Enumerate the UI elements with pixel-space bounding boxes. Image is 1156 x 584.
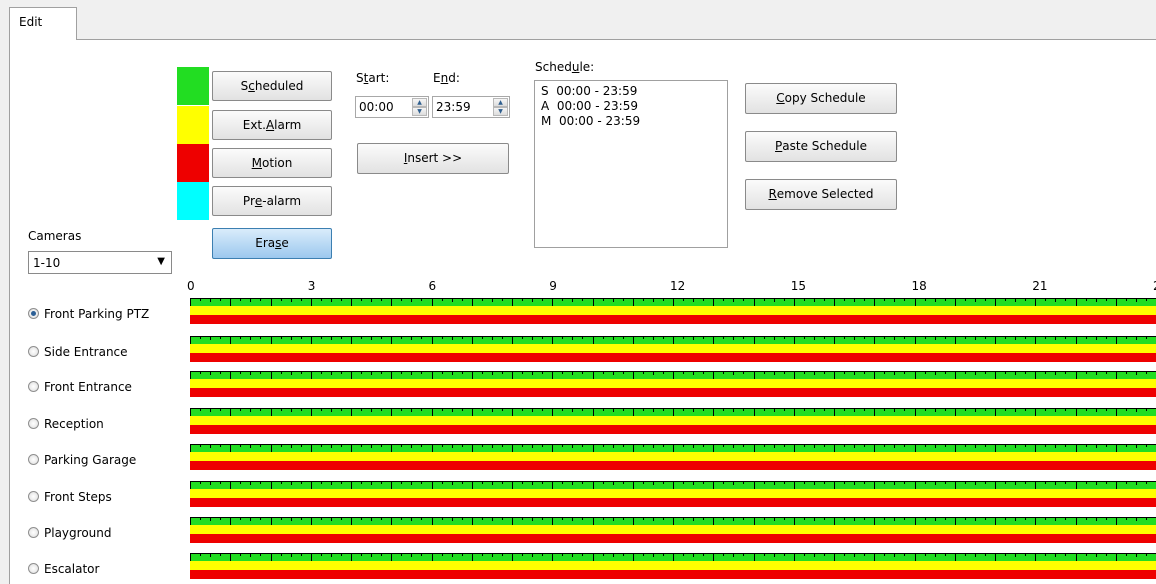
timeline-ticks: [190, 553, 1156, 561]
camera-name: Front Entrance: [44, 380, 132, 394]
paste-schedule-button[interactable]: Paste Schedule: [745, 131, 897, 162]
schedule-bar[interactable]: [190, 336, 1156, 363]
remove-selected-button-label: Remove Selected: [768, 187, 874, 201]
pre-alarm-button-label: Pre-alarm: [242, 194, 302, 208]
start-time-up-icon[interactable]: ▲: [412, 98, 427, 107]
timeline-ticks: [190, 517, 1156, 525]
end-time-value: 23:59: [436, 100, 471, 114]
insert-button-label: Insert >>: [403, 151, 463, 165]
hour-label: 21: [1032, 279, 1048, 293]
hour-label: 15: [790, 279, 807, 293]
hour-label: 18: [911, 279, 927, 293]
copy-schedule-button[interactable]: Copy Schedule: [745, 83, 897, 114]
start-time-spinbox[interactable]: 00:00 ▲ ▼: [355, 96, 429, 118]
scheduled-button[interactable]: Scheduled: [212, 71, 332, 101]
schedule-entry[interactable]: S 00:00 - 23:59: [541, 84, 721, 99]
end-time-spinbox[interactable]: 23:59 ▲ ▼: [432, 96, 510, 118]
camera-name: Front Steps: [44, 490, 112, 504]
camera-name: Side Entrance: [44, 345, 128, 359]
schedule-bar[interactable]: [190, 481, 1156, 508]
pre-alarm-color-swatch: [177, 182, 209, 220]
camera-name: Escalator: [44, 562, 100, 576]
end-time-up-icon[interactable]: ▲: [493, 98, 508, 107]
start-label: Start:: [356, 71, 390, 85]
start-time-down-icon[interactable]: ▼: [412, 107, 427, 116]
motion-button-label: Motion: [251, 156, 293, 170]
camera-radio[interactable]: [28, 346, 39, 357]
camera-radio[interactable]: [28, 563, 39, 574]
timeline-ticks: [190, 444, 1156, 452]
camera-name: Front Parking PTZ: [44, 307, 150, 321]
schedule-list[interactable]: S 00:00 - 23:59 A 00:00 - 23:59 M 00:00 …: [534, 80, 728, 248]
motion-color-swatch: [177, 144, 209, 182]
erase-button-label: Erase: [255, 236, 289, 250]
end-label: End:: [433, 71, 460, 85]
camera-radio[interactable]: [28, 527, 39, 538]
schedule-bar[interactable]: [190, 298, 1156, 325]
pre-alarm-button[interactable]: Pre-alarm: [212, 186, 332, 216]
camera-radio[interactable]: [28, 381, 39, 392]
schedule-entry[interactable]: M 00:00 - 23:59: [541, 114, 721, 129]
schedule-label: Schedule:: [535, 60, 595, 74]
timeline-ticks: [190, 408, 1156, 416]
ext-alarm-color-swatch: [177, 106, 209, 144]
cameras-dropdown[interactable]: 1-10 ▼: [28, 251, 172, 274]
camera-radio[interactable]: [28, 491, 39, 502]
schedule-bar[interactable]: [190, 371, 1156, 398]
schedule-bar[interactable]: [190, 408, 1156, 435]
hour-label: 6: [428, 279, 437, 293]
end-time-down-icon[interactable]: ▼: [493, 107, 508, 116]
schedule-entry[interactable]: A 00:00 - 23:59: [541, 99, 721, 114]
cameras-dropdown-value: 1-10: [33, 256, 61, 270]
ext-alarm-button[interactable]: Ext. Alarm: [212, 110, 332, 140]
camera-radio[interactable]: [28, 308, 39, 319]
hour-label: 0: [187, 279, 195, 293]
paste-schedule-button-label: Paste Schedule: [775, 139, 867, 153]
tab-edit-label: Edit: [19, 15, 43, 29]
copy-schedule-button-label: Copy Schedule: [776, 91, 866, 105]
start-time-value: 00:00: [359, 100, 394, 114]
tab-edit[interactable]: Edit: [9, 7, 77, 40]
hour-label: 12: [670, 279, 686, 293]
chevron-down-icon[interactable]: ▼: [157, 256, 165, 267]
camera-radio[interactable]: [28, 454, 39, 465]
remove-selected-button[interactable]: Remove Selected: [745, 179, 897, 210]
cameras-label: Cameras: [28, 229, 82, 243]
hour-label: 9: [549, 279, 557, 293]
timeline-ticks: [190, 481, 1156, 489]
insert-button[interactable]: Insert >>: [357, 143, 509, 174]
camera-radio[interactable]: [28, 418, 39, 429]
timeline-ticks: [190, 371, 1156, 379]
motion-button[interactable]: Motion: [212, 148, 332, 178]
timeline-ticks: [190, 336, 1156, 344]
ext-alarm-button-label: Ext. Alarm: [242, 118, 302, 132]
erase-button[interactable]: Erase: [212, 228, 332, 259]
schedule-bar[interactable]: [190, 553, 1156, 580]
camera-name: Parking Garage: [44, 453, 137, 467]
schedule-bar[interactable]: [190, 517, 1156, 544]
camera-name: Playground: [44, 526, 112, 540]
schedule-bar[interactable]: [190, 444, 1156, 471]
scheduled-color-swatch: [177, 67, 209, 105]
hour-label: 3: [307, 279, 316, 293]
timeline-ticks: [190, 298, 1156, 306]
scheduled-button-label: Scheduled: [240, 79, 304, 93]
camera-name: Reception: [44, 417, 104, 431]
